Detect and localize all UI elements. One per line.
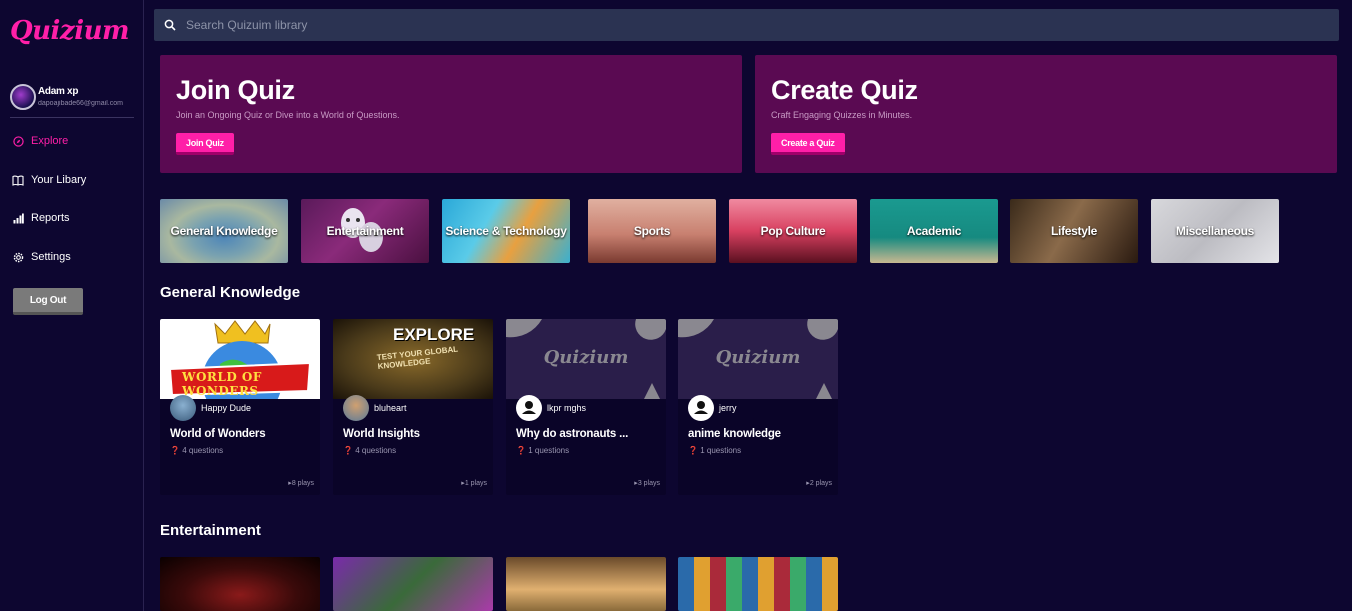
author-avatar: [343, 395, 369, 421]
quiz-card-thumbnail[interactable]: [506, 557, 666, 611]
search-icon: [164, 19, 176, 31]
question-icon: ❓: [343, 446, 353, 455]
category-lifestyle[interactable]: Lifestyle: [1010, 199, 1138, 263]
quiz-thumbnail: Quizium: [506, 319, 666, 399]
quiz-title: World of Wonders: [170, 428, 266, 440]
join-quiz-subtitle: Join an Ongoing Quiz or Dive into a Worl…: [176, 110, 400, 120]
create-quiz-subtitle: Craft Engaging Quizzes in Minutes.: [771, 110, 913, 120]
section-title-general-knowledge: General Knowledge: [160, 284, 301, 301]
category-label: Lifestyle: [1051, 224, 1097, 238]
quiz-plays: ▸1 plays: [461, 480, 487, 487]
quiz-plays: ▸8 plays: [288, 480, 314, 487]
question-icon: ❓: [516, 446, 526, 455]
category-label: General Knowledge: [170, 224, 278, 238]
quiz-card-thumbnail[interactable]: [678, 557, 838, 611]
nav-settings[interactable]: Settings: [12, 248, 71, 266]
app-logo[interactable]: Quizium: [10, 16, 129, 46]
join-quiz-card: Join Quiz Join an Ongoing Quiz or Dive i…: [160, 55, 742, 173]
author-avatar: [170, 395, 196, 421]
quiz-card-thumbnail[interactable]: [160, 557, 320, 611]
quiz-title: anime knowledge: [688, 428, 781, 440]
category-general-knowledge[interactable]: General Knowledge: [160, 199, 288, 263]
thumbnail-text: Quizium: [715, 347, 801, 368]
category-miscellaneous[interactable]: Miscellaneous: [1151, 199, 1279, 263]
quiz-question-count: ❓ 4 questions: [343, 446, 397, 455]
quiz-thumbnail: WORLD OF WONDERS: [160, 319, 320, 399]
nav-reports[interactable]: Reports: [12, 209, 70, 227]
profile-name: Adam xp: [38, 86, 79, 97]
bar-chart-icon: [12, 212, 24, 224]
category-label: Academic: [906, 224, 962, 238]
category-label: Pop Culture: [760, 224, 826, 238]
profile-email: dapoajibade66@gmail.com: [38, 100, 123, 107]
author-avatar: [688, 395, 714, 421]
quiz-title: World Insights: [343, 428, 420, 440]
thumbnail-text: WORLD OF WONDERS: [182, 370, 262, 398]
category-entertainment[interactable]: Entertainment: [301, 199, 429, 263]
user-avatar: [10, 84, 36, 110]
nav-library[interactable]: Your Libary: [12, 171, 86, 189]
nav-settings-label: Settings: [31, 251, 71, 263]
quiz-card[interactable]: Quizium jerry anime knowledge ❓ 1 questi…: [678, 319, 838, 495]
category-label: Miscellaneous: [1175, 224, 1255, 238]
section-title-entertainment: Entertainment: [160, 522, 261, 539]
search-input[interactable]: [186, 18, 1286, 32]
thumbnail-text: Quizium: [543, 347, 629, 368]
nav-explore-label: Explore: [31, 135, 69, 147]
category-sports[interactable]: Sports: [588, 199, 716, 263]
gear-icon: [12, 251, 24, 263]
create-quiz-card: Create Quiz Craft Engaging Quizzes in Mi…: [755, 55, 1337, 173]
user-profile[interactable]: Adam xp dapoajibade66@gmail.com: [10, 84, 134, 118]
category-pop-culture[interactable]: Pop Culture: [729, 199, 857, 263]
nav-library-label: Your Libary: [31, 174, 87, 186]
question-icon: ❓: [688, 446, 698, 455]
user-icon: [522, 401, 536, 414]
quiz-author: lkpr mghs: [547, 403, 587, 413]
search-bar[interactable]: [154, 9, 1339, 41]
quiz-plays: ▸3 plays: [634, 480, 660, 487]
thumbnail-subtext: TEST YOUR GLOBAL KNOWLEDGE: [376, 344, 459, 372]
quiz-author: bluheart: [374, 403, 407, 413]
quiz-author: jerry: [719, 403, 737, 413]
category-science-technology[interactable]: Science & Technology: [442, 199, 570, 263]
quiz-question-count: ❓ 1 questions: [516, 446, 570, 455]
quiz-thumbnail: EXPLORE TEST YOUR GLOBAL KNOWLEDGE: [333, 319, 493, 399]
logout-button[interactable]: Log Out: [13, 288, 83, 315]
quiz-question-count: ❓ 1 questions: [688, 446, 742, 455]
category-academic[interactable]: Academic: [870, 199, 998, 263]
quiz-card[interactable]: Quizium lkpr mghs Why do astronauts ... …: [506, 319, 666, 495]
question-icon: ❓: [170, 446, 180, 455]
book-icon: [12, 174, 24, 186]
quiz-card[interactable]: EXPLORE TEST YOUR GLOBAL KNOWLEDGE bluhe…: [333, 319, 493, 495]
quiz-card-thumbnail[interactable]: [333, 557, 493, 611]
nav-reports-label: Reports: [31, 212, 70, 224]
author-avatar: [516, 395, 542, 421]
quiz-title: Why do astronauts ...: [516, 428, 629, 440]
quiz-thumbnail: Quizium: [678, 319, 838, 399]
user-icon: [694, 401, 708, 414]
join-quiz-button[interactable]: Join Quiz: [176, 133, 234, 155]
category-label: Science & Technology: [445, 224, 567, 238]
compass-icon: [12, 135, 24, 147]
quiz-author: Happy Dude: [201, 403, 252, 413]
join-quiz-title: Join Quiz: [176, 75, 295, 105]
create-quiz-button[interactable]: Create a Quiz: [771, 133, 845, 155]
sidebar: Quizium Adam xp dapoajibade66@gmail.com …: [0, 0, 144, 611]
create-quiz-title: Create Quiz: [771, 75, 918, 105]
thumbnail-text: EXPLORE: [393, 325, 475, 344]
nav-explore[interactable]: Explore: [12, 132, 68, 150]
category-label: Entertainment: [326, 224, 404, 238]
quiz-plays: ▸2 plays: [806, 480, 832, 487]
category-label: Sports: [633, 224, 671, 238]
quiz-card[interactable]: WORLD OF WONDERS Happy Dude World of Won…: [160, 319, 320, 495]
quiz-question-count: ❓ 4 questions: [170, 446, 224, 455]
